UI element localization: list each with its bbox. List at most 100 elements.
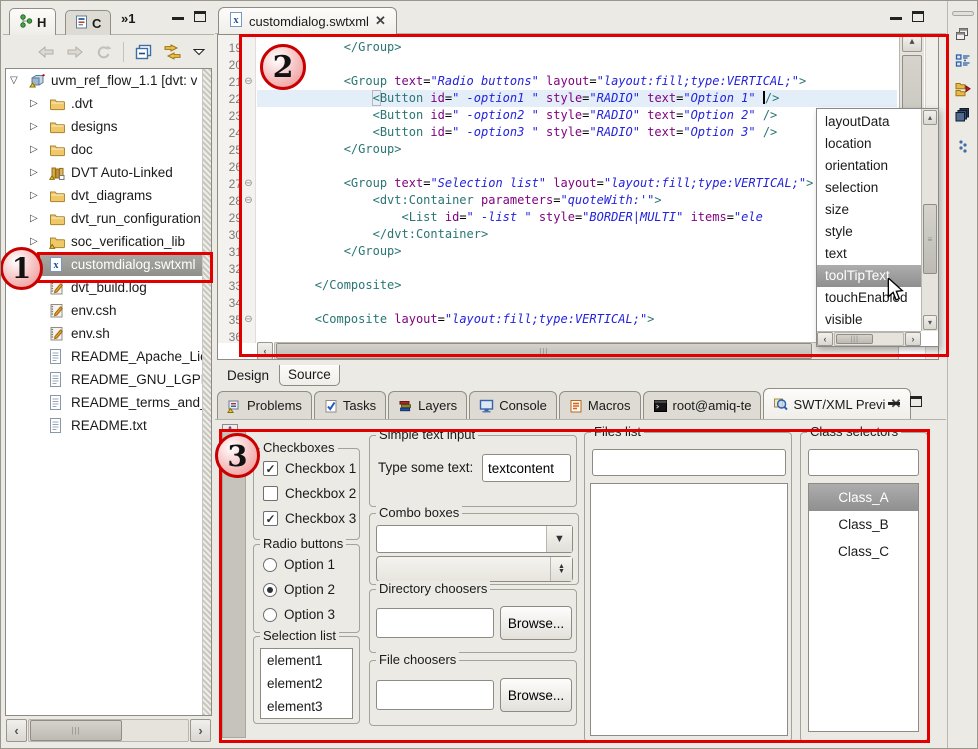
collapse-all-icon[interactable] (135, 44, 152, 60)
tree-horizontal-scrollbar[interactable]: ‹ ||| › (6, 719, 211, 742)
directory-path-field[interactable] (376, 608, 494, 638)
scroll-up-button[interactable]: ▴ (902, 36, 922, 52)
bottom-tab-layers[interactable]: Layers (388, 391, 467, 419)
bottom-tab-macros[interactable]: Macros (559, 391, 641, 419)
minimize-button[interactable] (888, 400, 900, 405)
tree-item-dvt-build-log[interactable]: dvt_build.log (6, 276, 211, 299)
class-listbox[interactable]: Class_AClass_BClass_C (808, 483, 919, 732)
linked-folders-icon[interactable] (955, 81, 972, 100)
files-listbox[interactable] (590, 483, 788, 736)
outline-view-icon[interactable] (955, 53, 971, 71)
tree-item-readme-txt[interactable]: README.txt (6, 414, 211, 437)
chevron-up-down-icon[interactable]: ▲▼ (550, 557, 572, 581)
popup-item-layoutdata[interactable]: layoutData (817, 111, 921, 133)
tree-item-env-sh[interactable]: env.sh (6, 322, 211, 345)
minimize-button[interactable] (172, 15, 184, 20)
tree-item-dvt-diagrams[interactable]: ▷dvt_diagrams (6, 184, 211, 207)
tree-item-customdialog-swtxml[interactable]: xcustomdialog.swtxml (6, 253, 211, 276)
scroll-left-button[interactable]: ‹ (257, 342, 273, 360)
expand-arrow-icon[interactable]: ▷ (30, 167, 49, 178)
expand-arrow-icon[interactable]: ▷ (30, 213, 49, 224)
chevron-down-icon[interactable]: ▼ (546, 526, 572, 552)
combo-dropdown[interactable]: ▼ (376, 525, 573, 553)
tab-source[interactable]: Source (279, 365, 340, 386)
tree-item-dvt[interactable]: ▷.dvt (6, 92, 211, 115)
tree-item-uvm-ref-flow-1-1-dvt-v[interactable]: ▽uvm_ref_flow_1.1 [dvt: v (6, 69, 211, 92)
list-item-element2[interactable]: element2 (261, 672, 352, 695)
scroll-up-button[interactable]: ▴ (923, 110, 937, 125)
files-filter-field[interactable] (592, 449, 786, 476)
expand-arrow-icon[interactable]: ▷ (30, 190, 49, 201)
view-menu-icon[interactable] (193, 48, 205, 56)
explorer-tab-hierarchy[interactable]: H (9, 8, 56, 35)
list-item-element3[interactable]: element3 (261, 695, 352, 718)
bottom-tab-console[interactable]: Console (469, 391, 557, 419)
scroll-thumb[interactable]: ≡ (923, 204, 937, 274)
browse-file-button[interactable]: Browse... (500, 678, 572, 712)
drag-handle[interactable] (952, 11, 974, 16)
back-icon[interactable] (37, 45, 55, 59)
popup-vertical-scrollbar[interactable]: ▴ ≡ ▾ (921, 109, 938, 331)
code-area[interactable]: </Group> <Group text="Radio buttons" lay… (257, 35, 897, 343)
maximize-button[interactable] (912, 11, 924, 22)
checked-checkbox-icon[interactable]: ✓ (263, 511, 278, 526)
scroll-right-button[interactable]: › (905, 332, 921, 346)
list-item-element1[interactable]: element1 (261, 649, 352, 672)
editor-tab-customdialog[interactable]: x customdialog.swtxml ✕ (218, 7, 397, 34)
scroll-thumb[interactable]: ||| (836, 334, 873, 344)
tree-item-dvt-run-configuration[interactable]: ▷dvt_run_configuration (6, 207, 211, 230)
explorer-tab-compile[interactable]: C (65, 10, 111, 35)
expand-arrow-icon[interactable]: ▷ (30, 144, 49, 155)
tree-item-dvt-auto-linked[interactable]: ▷DVT Auto-Linked (6, 161, 211, 184)
tree-item-readme-apache-lic[interactable]: README_Apache_Lic (6, 345, 211, 368)
scroll-left-button[interactable]: ‹ (6, 719, 27, 742)
unchecked-checkbox-icon[interactable] (263, 486, 278, 501)
more-dots-icon[interactable] (958, 139, 968, 158)
minimize-button[interactable] (890, 15, 902, 20)
stacked-views-icon[interactable] (955, 107, 970, 125)
popup-item-size[interactable]: size (817, 199, 921, 221)
list-item-class_c[interactable]: Class_C (809, 538, 918, 565)
project-tree[interactable]: ▽uvm_ref_flow_1.1 [dvt: v▷.dvt▷designs▷d… (5, 68, 212, 716)
browse-directory-button[interactable]: Browse... (500, 606, 572, 640)
expand-arrow-icon[interactable]: ▷ (30, 236, 49, 247)
bottom-tab-problems[interactable]: Problems (217, 391, 312, 419)
tree-vertical-scrollbar[interactable] (202, 69, 211, 715)
radio-option-2[interactable]: Option 2 (263, 582, 335, 597)
checked-checkbox-icon[interactable]: ✓ (263, 461, 278, 476)
bottom-tab-root-amiq-te[interactable]: root@amiq-te (643, 391, 762, 419)
expand-arrow-icon[interactable]: ▷ (30, 98, 49, 109)
tree-item-readme-terms-and[interactable]: README_terms_and_ (6, 391, 211, 414)
tree-item-designs[interactable]: ▷designs (6, 115, 211, 138)
tree-item-env-csh[interactable]: env.csh (6, 299, 211, 322)
scroll-thumb[interactable]: ||| (276, 343, 812, 359)
refresh-icon[interactable] (95, 45, 112, 60)
expand-arrow-icon[interactable]: ▽ (10, 75, 29, 86)
fold-marker-icon[interactable]: ⊖ (242, 76, 255, 87)
scroll-down-button[interactable]: ▾ (923, 315, 937, 330)
popup-item-selection[interactable]: selection (817, 177, 921, 199)
tree-item-readme-gnu-lgpl[interactable]: README_GNU_LGPL_ (6, 368, 211, 391)
popup-item-location[interactable]: location (817, 133, 921, 155)
popup-horizontal-scrollbar[interactable]: ‹ ||| › (817, 331, 921, 346)
selection-listbox[interactable]: element1element2element3 (260, 648, 353, 719)
checkbox-checkbox-2[interactable]: Checkbox 2 (263, 486, 356, 501)
file-path-field[interactable] (376, 680, 494, 710)
popup-item-orientation[interactable]: orientation (817, 155, 921, 177)
fold-marker-icon[interactable]: ⊖ (242, 314, 255, 325)
expand-arrow-icon[interactable]: ▷ (30, 121, 49, 132)
bottom-tab-tasks[interactable]: Tasks (314, 391, 386, 419)
checkbox-checkbox-1[interactable]: ✓Checkbox 1 (263, 461, 356, 476)
checkbox-checkbox-3[interactable]: ✓Checkbox 3 (263, 511, 356, 526)
restore-view-icon[interactable] (955, 27, 970, 44)
tab-design[interactable]: Design (219, 366, 277, 386)
editor-horizontal-scrollbar[interactable]: ‹ ||| (257, 342, 899, 360)
link-with-editor-icon[interactable] (163, 44, 182, 60)
popup-item-visible[interactable]: visible (817, 309, 921, 331)
maximize-button[interactable] (194, 11, 206, 22)
popup-item-style[interactable]: style (817, 221, 921, 243)
fold-marker-icon[interactable]: ⊖ (242, 178, 255, 189)
class-filter-field[interactable] (808, 449, 919, 476)
maximize-button[interactable] (910, 396, 922, 407)
forward-icon[interactable] (66, 45, 84, 59)
